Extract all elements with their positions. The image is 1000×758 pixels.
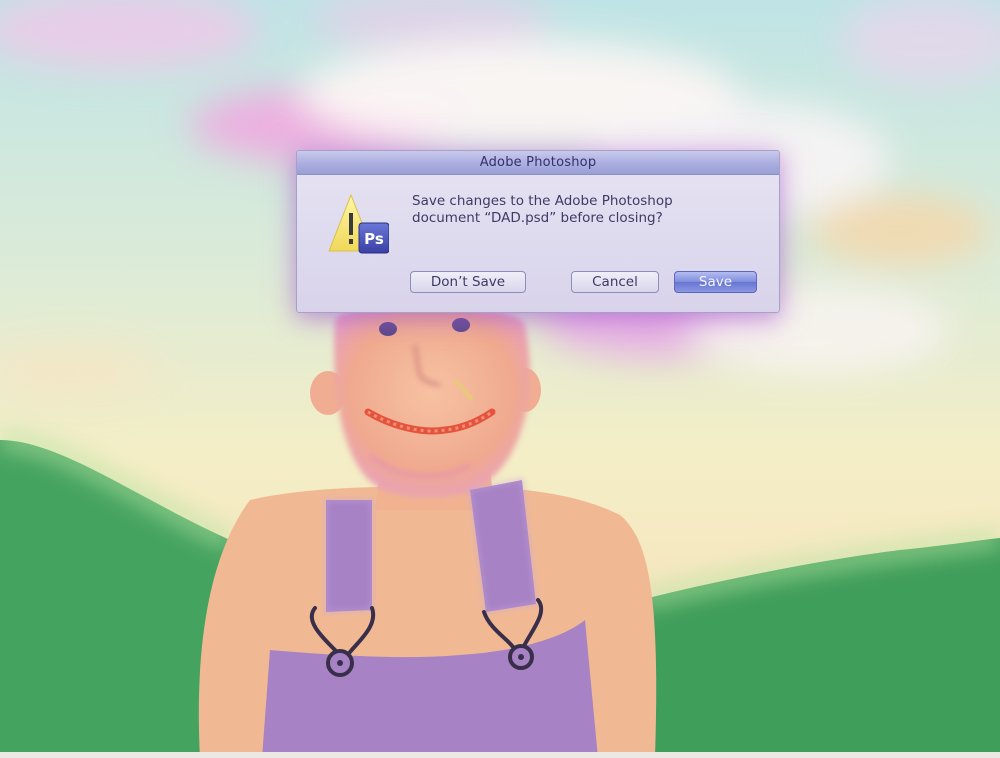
dialog-message: Save changes to the Adobe Photoshop docu… (412, 193, 752, 227)
ps-badge-text: Ps (364, 230, 384, 248)
right-eye (452, 318, 470, 332)
message-line-1: Save changes to the Adobe Photoshop (412, 193, 673, 209)
dialog-title: Adobe Photoshop (297, 151, 779, 175)
painting-canvas: Adobe Photoshop Ps Save changes to the A… (0, 0, 1000, 758)
save-button[interactable]: Save (674, 271, 757, 293)
message-line-2: document “DAD.psd” before closing? (412, 210, 663, 226)
cancel-button[interactable]: Cancel (571, 271, 659, 293)
photoshop-warning-icon: Ps (327, 193, 389, 255)
paper-edge (0, 752, 1000, 758)
save-changes-dialog: Adobe Photoshop Ps Save changes to the A… (296, 150, 780, 313)
dont-save-button[interactable]: Don’t Save (410, 271, 526, 293)
painting-background (0, 0, 1000, 758)
left-eye (379, 322, 397, 336)
